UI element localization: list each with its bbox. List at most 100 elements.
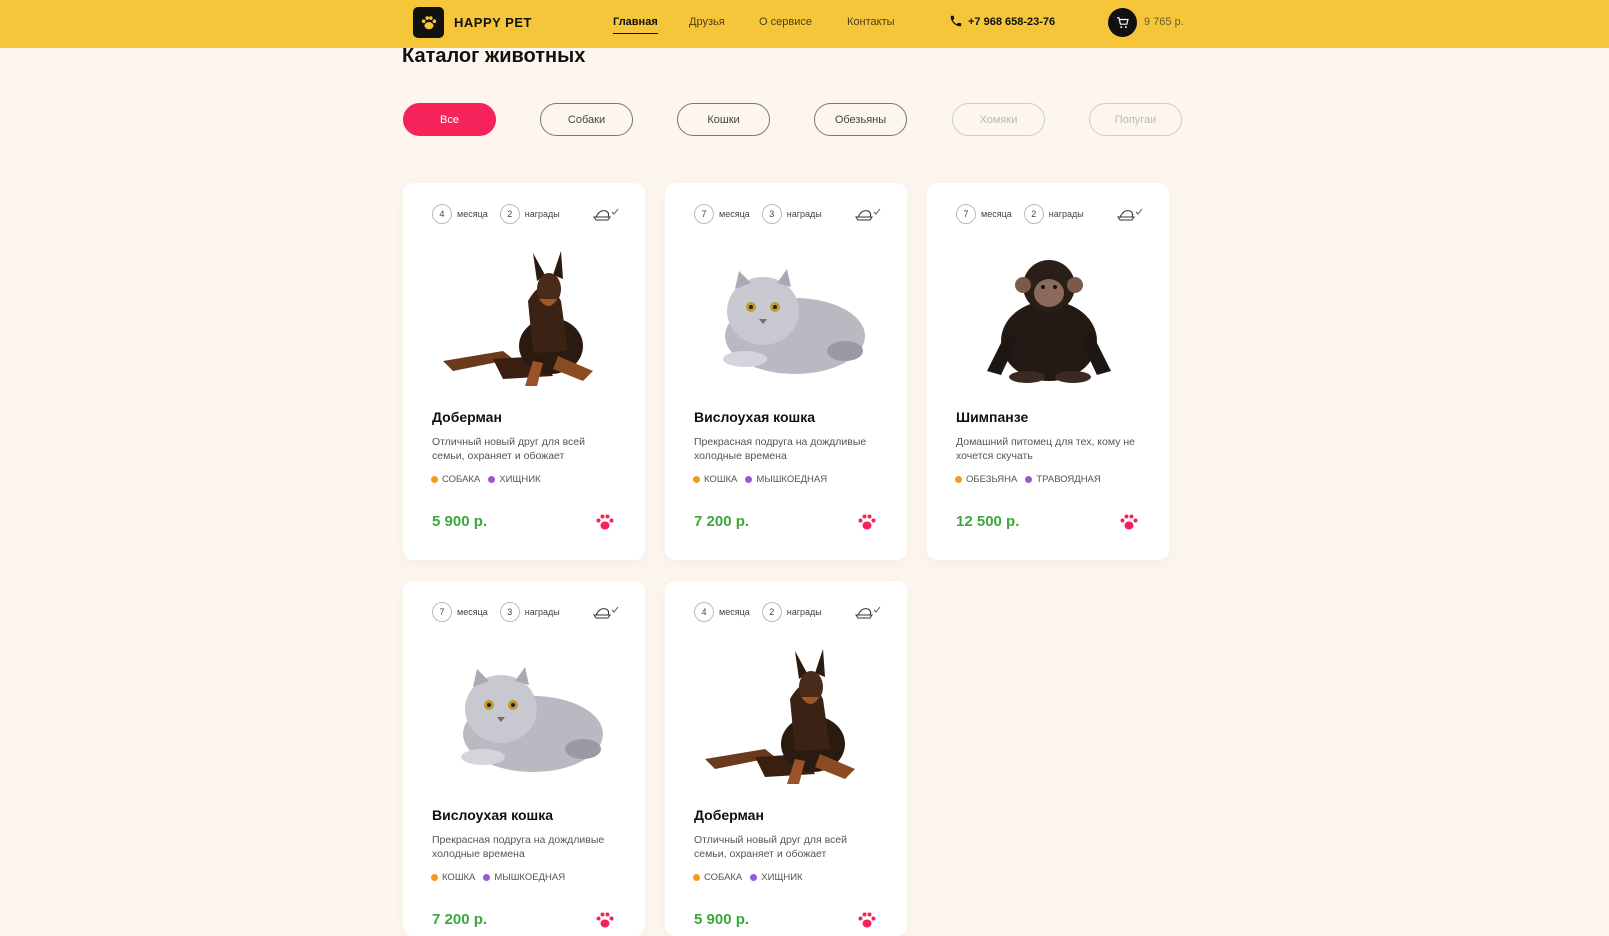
purple-dot-icon <box>745 476 753 483</box>
awards-label: награды <box>1048 209 1084 219</box>
pet-name[interactable]: Вислоухая кошка <box>694 409 815 425</box>
pet-name[interactable]: Вислоухая кошка <box>432 807 553 823</box>
nav-friends[interactable]: Друзья <box>689 16 725 28</box>
pet-carrier-icon <box>1116 205 1144 223</box>
awards-count: 2 <box>1023 204 1044 224</box>
pet-tags: СОБАКА ХИЩНИК <box>431 474 541 485</box>
purple-dot-icon <box>483 874 491 881</box>
pet-card[interactable]: 7 месяца 3 награды Вислоухая кошка Прекр… <box>403 581 645 936</box>
pet-tags: СОБАКА ХИЩНИК <box>693 872 803 883</box>
pet-photo[interactable] <box>695 639 875 789</box>
paw-add-icon[interactable] <box>595 513 615 531</box>
awards-label: награды <box>786 209 822 219</box>
tag-diet-label: ТРАВОЯДНАЯ <box>1036 474 1101 485</box>
card-meta: 4 месяца 2 награды <box>432 203 620 225</box>
pet-photo[interactable] <box>957 241 1137 391</box>
age-count: 7 <box>956 204 976 224</box>
filter-monkeys[interactable]: Обезьяны <box>814 103 907 136</box>
filter-hamsters[interactable]: Хомяки <box>952 103 1045 136</box>
tag-species: ОБЕЗЬЯНА <box>955 474 1017 485</box>
awards-label: награды <box>524 607 560 617</box>
age-count: 4 <box>694 602 714 622</box>
pet-tags: КОШКА МЫШКОЕДНАЯ <box>693 474 827 485</box>
age-count: 7 <box>432 602 452 622</box>
pet-photo[interactable] <box>433 241 613 391</box>
card-meta: 7 месяца 3 награды <box>432 601 620 623</box>
pet-name[interactable]: Доберман <box>694 807 764 823</box>
pet-photo[interactable] <box>695 241 875 391</box>
pet-name[interactable]: Доберман <box>432 409 502 425</box>
awards-count: 3 <box>499 602 520 622</box>
pet-price: 5 900 р. <box>432 513 488 530</box>
pet-card[interactable]: 7 месяца 3 награды Вислоухая кошка Прекр… <box>665 183 907 560</box>
paw-add-icon[interactable] <box>595 911 615 929</box>
age-count: 4 <box>432 204 452 224</box>
phone-icon <box>950 15 962 27</box>
pet-description: Отличный новый друг для всей семьи, охра… <box>694 834 847 860</box>
tag-species-label: СОБАКА <box>704 872 743 883</box>
purple-dot-icon <box>1025 476 1033 483</box>
purple-dot-icon <box>750 874 758 881</box>
tag-diet: ХИЩНИК <box>750 872 803 883</box>
tag-diet: МЫШКОЕДНАЯ <box>745 474 827 485</box>
paw-add-icon[interactable] <box>857 513 877 531</box>
age-label: месяца <box>719 607 750 617</box>
pet-description: Домашний питомец для тех, кому не хочетс… <box>956 436 1136 462</box>
phone-number[interactable]: +7 968 658-23-76 <box>968 16 1055 28</box>
tag-diet-label: МЫШКОЕДНАЯ <box>494 872 566 883</box>
pet-photo[interactable] <box>433 639 613 789</box>
pet-card[interactable]: 4 месяца 2 награды Доберман Отличный нов… <box>403 183 645 560</box>
filter-all[interactable]: Все <box>403 103 496 136</box>
filter-cats[interactable]: Кошки <box>677 103 770 136</box>
nav-home[interactable]: Главная <box>613 16 658 34</box>
pet-price: 7 200 р. <box>432 911 488 928</box>
age-count: 7 <box>694 204 714 224</box>
age-label: месяца <box>457 607 488 617</box>
age-label: месяца <box>981 209 1012 219</box>
pet-price: 12 500 р. <box>956 513 1020 530</box>
tag-diet: МЫШКОЕДНАЯ <box>483 872 565 883</box>
pet-price: 7 200 р. <box>694 513 750 530</box>
card-meta: 7 месяца 2 награды <box>956 203 1144 225</box>
awards-label: награды <box>524 209 560 219</box>
paw-logo-icon[interactable] <box>413 7 444 38</box>
tag-species-label: КОШКА <box>442 872 476 883</box>
awards-count: 2 <box>499 204 520 224</box>
brand-name[interactable]: HAPPY PET <box>454 15 532 30</box>
pet-card[interactable]: 4 месяца 2 награды Доберман Отличный нов… <box>665 581 907 936</box>
tag-diet: ХИЩНИК <box>488 474 541 485</box>
filter-dogs[interactable]: Собаки <box>540 103 633 136</box>
cart-icon <box>1116 16 1129 28</box>
pet-description: Прекрасная подруга на дождливые холодные… <box>432 834 605 860</box>
pet-description: Отличный новый друг для всей семьи, охра… <box>432 436 585 462</box>
nav-contacts[interactable]: Контакты <box>847 16 895 28</box>
orange-dot-icon <box>431 476 438 483</box>
filter-parrots[interactable]: Попугаи <box>1089 103 1182 136</box>
tag-species-label: СОБАКА <box>442 474 481 485</box>
awards-count: 2 <box>761 602 782 622</box>
orange-dot-icon <box>431 874 438 881</box>
page-title: Каталог животных <box>402 45 586 67</box>
card-meta: 4 месяца 2 награды <box>694 601 882 623</box>
tag-species-label: КОШКА <box>704 474 738 485</box>
pet-name[interactable]: Шимпанзе <box>956 409 1028 425</box>
tag-diet: ТРАВОЯДНАЯ <box>1025 474 1101 485</box>
purple-dot-icon <box>488 476 496 483</box>
cart-button[interactable] <box>1108 8 1137 37</box>
card-meta: 7 месяца 3 награды <box>694 203 882 225</box>
tag-diet-label: ХИЩНИК <box>761 872 803 883</box>
nav-about[interactable]: О сервисе <box>759 16 812 28</box>
cart-total: 9 765 р. <box>1144 16 1184 28</box>
orange-dot-icon <box>693 874 700 881</box>
tag-diet-label: ХИЩНИК <box>499 474 541 485</box>
pet-card[interactable]: 7 месяца 2 награды Шимпанзе Домашний пит… <box>927 183 1169 560</box>
paw-add-icon[interactable] <box>857 911 877 929</box>
awards-label: награды <box>786 607 822 617</box>
paw-add-icon[interactable] <box>1119 513 1139 531</box>
pet-price: 5 900 р. <box>694 911 750 928</box>
tag-species: СОБАКА <box>693 872 742 883</box>
age-label: месяца <box>719 209 750 219</box>
pet-tags: КОШКА МЫШКОЕДНАЯ <box>431 872 565 883</box>
header: HAPPY PET Главная Друзья О сервисе Конта… <box>0 0 1609 48</box>
pet-description: Прекрасная подруга на дождливые холодные… <box>694 436 867 462</box>
